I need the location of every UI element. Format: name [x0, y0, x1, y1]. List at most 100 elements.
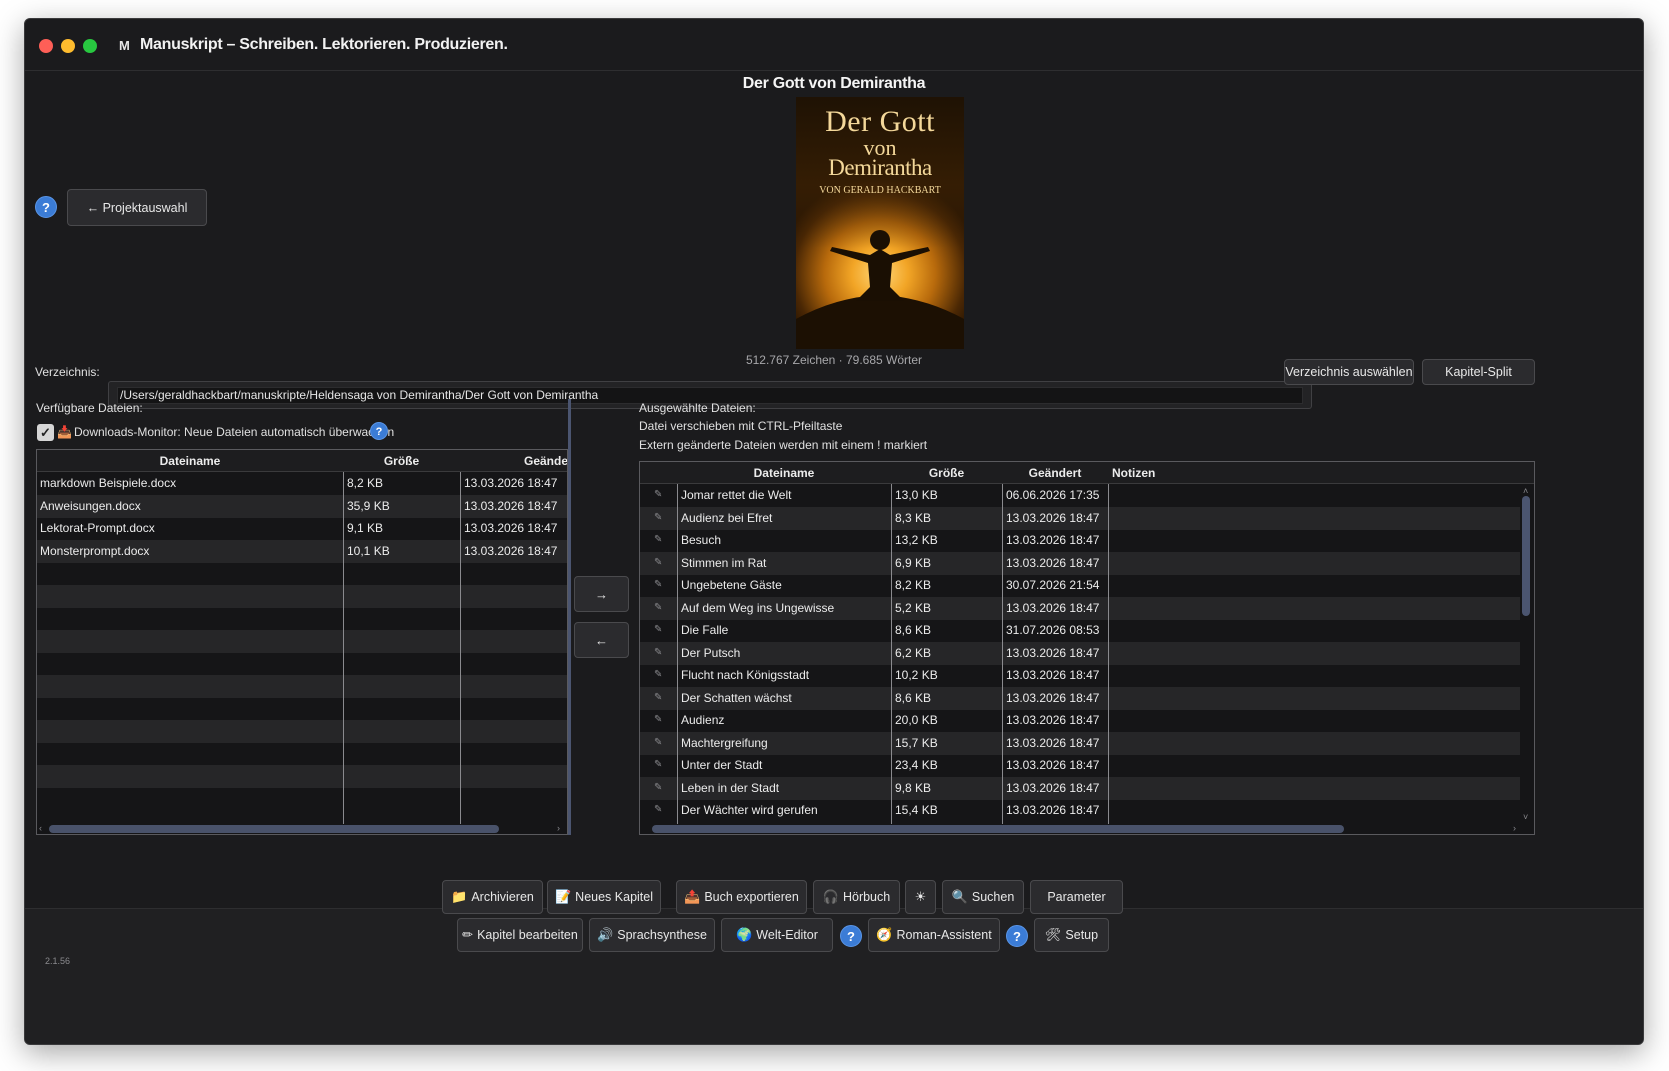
table-row[interactable] — [37, 697, 567, 720]
table-row[interactable]: Anweisungen.docx 35,9 KB 13.03.2026 18:47 — [37, 494, 567, 518]
table-row[interactable] — [37, 607, 567, 630]
table-row[interactable]: ✎ Auf dem Weg ins Ungewisse 5,2 KB 13.03.20… — [640, 596, 1520, 620]
edit-pencil-icon[interactable]: ✎ — [654, 714, 662, 725]
edit-chapter-button-label: Kapitel bearbeiten — [477, 928, 578, 942]
export-book-button[interactable]: 📤 Buch exportieren — [676, 880, 807, 914]
column-header-size[interactable]: Größe — [891, 466, 1002, 480]
close-window-button[interactable] — [39, 39, 53, 53]
column-header-filename[interactable]: Dateiname — [37, 454, 343, 468]
edit-pencil-icon[interactable]: ✎ — [654, 512, 662, 523]
tools-icon: 🛠 — [1044, 927, 1062, 942]
world-editor-button[interactable]: 🌍 Welt-Editor — [721, 918, 833, 952]
file-size-cell: 23,4 KB — [895, 758, 938, 772]
edit-pencil-icon[interactable]: ✎ — [654, 624, 662, 635]
file-date-cell: 13.03.2026 18:47 — [1006, 780, 1100, 795]
downloads-monitor-checkbox[interactable]: ✓ — [37, 424, 54, 441]
theme-toggle-button[interactable]: ☀ — [905, 880, 936, 914]
table-row[interactable]: Monsterprompt.docx 10,1 KB 13.03.2026 18:4… — [37, 539, 567, 563]
column-header-notes[interactable]: Notizen — [1112, 466, 1155, 480]
downloads-monitor-help-icon[interactable]: ? — [370, 422, 388, 440]
file-size-cell: 8,6 KB — [895, 623, 932, 637]
column-header-size[interactable]: Größe — [343, 454, 460, 468]
audiobook-button[interactable]: 🎧 Hörbuch — [813, 880, 900, 914]
table-row[interactable]: ✎ Ungebetene Gäste 8,2 KB 30.07.2026 21:54 — [640, 574, 1520, 597]
table-row[interactable]: Lektorat-Prompt.docx 9,1 KB 13.03.2026 18:… — [37, 517, 567, 540]
move-right-button[interactable]: → — [574, 576, 629, 612]
column-header-modified[interactable]: Geändert — [1002, 466, 1108, 480]
table-row[interactable] — [37, 629, 567, 653]
table-row[interactable] — [37, 674, 567, 698]
edit-chapter-button[interactable]: ✏ Kapitel bearbeiten — [457, 918, 583, 952]
edit-pencil-icon[interactable]: ✎ — [654, 759, 662, 770]
available-files-table[interactable]: Dateiname Größe Geänder markdown Beispie… — [36, 449, 568, 835]
move-hint-label: Datei verschieben mit CTRL-Pfeiltaste — [639, 419, 843, 433]
scroll-down-arrow[interactable]: ˅ — [1523, 812, 1528, 822]
vertical-scrollbar[interactable] — [1522, 496, 1530, 616]
table-row[interactable]: ✎ Die Falle 8,6 KB 31.07.2026 08:53 — [640, 619, 1520, 642]
minimize-window-button[interactable] — [61, 39, 75, 53]
table-row[interactable]: ✎ Machtergreifung 15,7 KB 13.03.2026 18:47 — [640, 731, 1520, 755]
archive-button[interactable]: 📁 Archivieren — [442, 880, 543, 914]
table-row[interactable]: markdown Beispiele.docx 8,2 KB 13.03.2026 … — [37, 472, 567, 495]
help-icon[interactable]: ? — [35, 196, 57, 218]
table-row[interactable] — [37, 719, 567, 743]
file-size-cell: 13,0 KB — [895, 488, 938, 502]
world-editor-help-button[interactable]: ? — [840, 925, 862, 947]
table-row[interactable] — [37, 652, 567, 675]
panel-splitter[interactable] — [568, 399, 571, 835]
horizontal-scrollbar[interactable] — [652, 825, 1344, 833]
back-to-project-selection-button[interactable]: ← Projektauswahl — [67, 189, 207, 226]
edit-pencil-icon[interactable]: ✎ — [654, 489, 662, 500]
table-row[interactable]: ✎ Besuch 13,2 KB 13.03.2026 18:47 — [640, 529, 1520, 552]
setup-button[interactable]: 🛠 Setup — [1034, 918, 1109, 952]
parameters-button[interactable]: Parameter — [1030, 880, 1123, 914]
table-row[interactable]: ✎ Der Wächter wird gerufen 15,4 KB 13.03.20… — [640, 799, 1520, 822]
edit-pencil-icon[interactable]: ✎ — [654, 782, 662, 793]
scroll-right-arrow[interactable]: › — [557, 823, 560, 833]
select-directory-button[interactable]: Verzeichnis auswählen — [1284, 359, 1414, 385]
table-row[interactable]: ✎ Leben in der Stadt 9,8 KB 13.03.2026 18:4… — [640, 776, 1520, 800]
scroll-left-arrow[interactable]: ‹ — [39, 823, 42, 833]
zoom-window-button[interactable] — [83, 39, 97, 53]
table-row[interactable]: ✎ Der Schatten wächst 8,6 KB 13.03.2026 18:… — [640, 686, 1520, 710]
table-row[interactable]: ✎ Der Putsch 6,2 KB 13.03.2026 18:47 — [640, 641, 1520, 665]
new-chapter-button[interactable]: 📝 Neues Kapitel — [547, 880, 661, 914]
novel-assistant-help-button[interactable]: ? — [1006, 925, 1028, 947]
edit-pencil-icon[interactable]: ✎ — [654, 557, 662, 568]
available-files-label: Verfügbare Dateien: — [36, 401, 143, 415]
file-date-cell: 13.03.2026 18:47 — [1006, 713, 1100, 727]
move-left-button[interactable]: ← — [574, 622, 629, 658]
table-row[interactable] — [37, 742, 567, 765]
edit-pencil-icon[interactable]: ✎ — [654, 647, 662, 658]
table-row[interactable]: ✎ Stimmen im Rat 6,9 KB 13.03.2026 18:47 — [640, 551, 1520, 575]
column-header-modified[interactable]: Geänder — [524, 454, 567, 468]
edit-pencil-icon[interactable]: ✎ — [654, 737, 662, 748]
novel-assistant-button[interactable]: 🧭 Roman-Assistent — [868, 918, 1000, 952]
edit-pencil-icon[interactable]: ✎ — [654, 602, 662, 613]
table-row[interactable] — [37, 584, 567, 608]
search-button[interactable]: 🔍 Suchen — [942, 880, 1024, 914]
table-row[interactable]: ✎ Unter der Stadt 23,4 KB 13.03.2026 18:47 — [640, 754, 1520, 777]
file-size-cell: 13,2 KB — [895, 533, 938, 547]
table-row[interactable] — [37, 787, 567, 810]
scroll-right-arrow[interactable]: › — [1513, 823, 1516, 833]
selected-files-table[interactable]: Dateiname Größe Geändert Notizen ✎ Jomar … — [639, 461, 1535, 835]
table-row[interactable]: ✎ Flucht nach Königsstadt 10,2 KB 13.03.202… — [640, 664, 1520, 687]
edit-pencil-icon[interactable]: ✎ — [654, 692, 662, 703]
column-divider — [460, 472, 461, 824]
chapter-split-button[interactable]: Kapitel-Split — [1422, 359, 1535, 385]
edit-pencil-icon[interactable]: ✎ — [654, 534, 662, 545]
edit-pencil-icon[interactable]: ✎ — [654, 804, 662, 815]
table-row[interactable]: ✎ Audienz 20,0 KB 13.03.2026 18:47 — [640, 709, 1520, 732]
table-row[interactable]: ✎ Jomar rettet die Welt 13,0 KB 06.06.2026 … — [640, 484, 1520, 507]
table-row[interactable]: ✎ Audienz bei Efret 8,3 KB 13.03.2026 18:47 — [640, 506, 1520, 530]
scroll-up-arrow[interactable]: ˄ — [1523, 486, 1528, 496]
column-header-filename[interactable]: Dateiname — [677, 466, 891, 480]
table-row[interactable] — [37, 562, 567, 585]
edit-pencil-icon[interactable]: ✎ — [654, 579, 662, 590]
table-row[interactable] — [37, 764, 567, 788]
edit-pencil-icon[interactable]: ✎ — [654, 669, 662, 680]
file-date-cell: 13.03.2026 18:47 — [1006, 645, 1100, 660]
speech-synthesis-button[interactable]: 🔊 Sprachsynthese — [589, 918, 715, 952]
horizontal-scrollbar[interactable] — [49, 825, 499, 833]
